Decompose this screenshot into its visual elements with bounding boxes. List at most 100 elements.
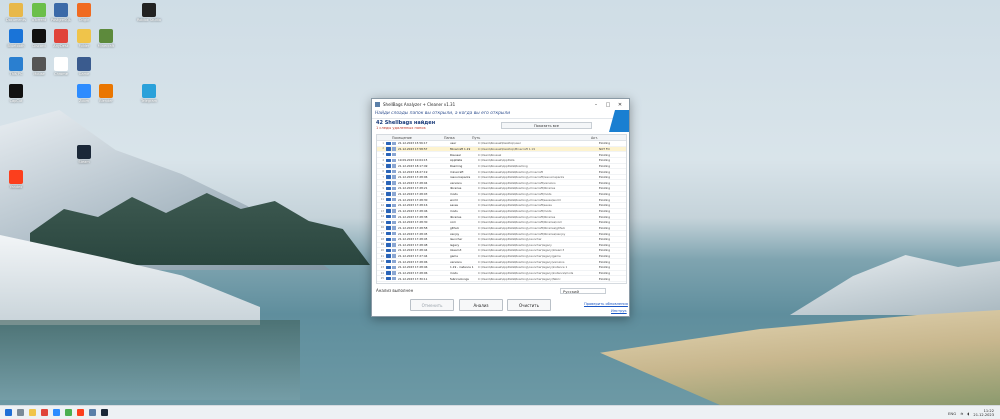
- row-checkbox[interactable]: [386, 214, 391, 219]
- app-icon: [54, 29, 68, 43]
- row-status: Existing: [599, 192, 611, 197]
- row-checkbox[interactable]: [386, 254, 391, 258]
- check-updates-link[interactable]: Проверить обновления: [584, 302, 628, 306]
- desktop-icon[interactable]: Telegram: [136, 84, 162, 103]
- row-number: 16: [380, 226, 384, 230]
- desktop-icon[interactable]: Blender: [93, 84, 119, 103]
- desktop-icon[interactable]: Minecraft: [93, 29, 119, 48]
- row-number: 7: [382, 175, 384, 179]
- app-icon: [32, 57, 46, 71]
- row-checkbox[interactable]: [386, 158, 391, 162]
- app-icon-red[interactable]: [41, 409, 48, 416]
- row-checkbox[interactable]: [386, 277, 391, 281]
- row-folder: Minecraft 1.19: [450, 146, 471, 151]
- row-number: 13: [380, 209, 384, 213]
- desktop-icon[interactable]: Roblox Studio: [136, 3, 162, 22]
- show-all-button[interactable]: Показать все: [501, 122, 592, 129]
- row-checkbox[interactable]: [386, 141, 391, 146]
- folder-icon: [392, 265, 396, 270]
- row-folder: mods: [450, 192, 458, 197]
- wifi-icon[interactable]: ≋: [960, 411, 963, 416]
- window-titlebar[interactable]: ShellBags Analyzer + Cleaner v1.31 – □ ✕: [372, 99, 629, 110]
- desktop-icon[interactable]: CapCut: [3, 84, 29, 103]
- row-checkbox[interactable]: [386, 265, 391, 270]
- close-icon[interactable]: ✕: [614, 102, 626, 108]
- col-path[interactable]: Путь: [470, 135, 588, 140]
- desktop-icon[interactable]: Yandex: [3, 170, 29, 189]
- app-icon: [77, 3, 91, 17]
- row-checkbox[interactable]: [386, 220, 391, 224]
- desktop-icon[interactable]: Game: [71, 57, 97, 76]
- row-status: NOT FO: [599, 146, 610, 151]
- row-checkbox[interactable]: [386, 186, 391, 191]
- chrome-icon[interactable]: [65, 409, 72, 416]
- row-checkbox[interactable]: [386, 181, 391, 185]
- row-folder: fabricoolongs: [450, 276, 469, 281]
- col-folder[interactable]: Папка: [442, 135, 470, 140]
- steam-icon[interactable]: [101, 409, 108, 416]
- row-checkbox[interactable]: [386, 226, 391, 230]
- folder-icon: [392, 231, 396, 236]
- row-checkbox[interactable]: [386, 271, 391, 275]
- row-path: C:\Users\Roussel\AppData: [478, 158, 515, 163]
- row-date: 21.12.2023 17:28:30: [398, 220, 428, 225]
- language-indicator[interactable]: ENG: [948, 411, 956, 416]
- row-checkbox[interactable]: [386, 243, 391, 247]
- row-path: C:\Users\Roussel\AppData\Roaming: [478, 163, 528, 168]
- row-checkbox[interactable]: [386, 248, 391, 253]
- yandex-icon[interactable]: [77, 409, 84, 416]
- app-icon: [9, 84, 23, 98]
- desktop-icon[interactable]: Origin: [71, 3, 97, 22]
- row-folder: versions: [450, 259, 462, 264]
- row-path: C:\Users\Roussel\Desktop\user: [478, 141, 521, 146]
- row-checkbox[interactable]: [386, 147, 391, 151]
- shellbags-taskbar-icon[interactable]: [89, 409, 96, 416]
- row-path: C:\Users\Roussel\AppData\Roaming\.launch…: [478, 265, 568, 270]
- edge-icon[interactable]: [53, 409, 60, 416]
- row-checkbox[interactable]: [386, 209, 391, 213]
- volume-icon[interactable]: ◖: [967, 411, 969, 416]
- folder-icon: [392, 169, 396, 174]
- row-checkbox[interactable]: [386, 192, 391, 196]
- col-visit[interactable]: Посещение: [377, 135, 442, 140]
- row-status: Existing: [599, 158, 611, 163]
- folder-icon: [392, 198, 396, 202]
- row-checkbox[interactable]: [386, 152, 391, 157]
- minimize-icon[interactable]: –: [590, 102, 602, 108]
- file-explorer-icon[interactable]: [29, 409, 36, 416]
- row-checkbox[interactable]: [386, 164, 391, 168]
- clean-button[interactable]: Очистить: [507, 299, 551, 311]
- row-path: C:\Users\Roussel\AppData\Roaming\.launch…: [478, 276, 561, 281]
- maximize-icon[interactable]: □: [602, 102, 614, 108]
- shellbags-window[interactable]: ShellBags Analyzer + Cleaner v1.31 – □ ✕…: [371, 98, 630, 317]
- windows-start-icon[interactable]: [5, 409, 12, 416]
- row-folder: legacy: [450, 242, 460, 247]
- row-checkbox[interactable]: [386, 198, 391, 202]
- row-checkbox[interactable]: [386, 282, 391, 283]
- row-folder: github: [450, 225, 459, 230]
- clock[interactable]: 11:22 21.12.2023: [973, 409, 994, 418]
- col-status[interactable]: Акт.: [588, 135, 618, 140]
- row-checkbox[interactable]: [386, 231, 391, 236]
- row-date: 21.12.2023 17:28:48: [398, 242, 428, 247]
- app-icon: [77, 57, 91, 71]
- row-path: C:\Users\Roussel\AppData\Roaming\.minecr…: [478, 220, 563, 225]
- app-icon: [9, 29, 23, 43]
- table-row[interactable]: 26 21.12.2023 17:28:50librariesC:\Users\R…: [377, 282, 626, 283]
- desktop-icon[interactable]: Steam: [71, 145, 97, 164]
- cancel-button[interactable]: Отменить: [410, 299, 454, 311]
- desktop-icon-label: PostgreSQL: [51, 18, 71, 22]
- wallpaper-mountain-right: [790, 255, 1000, 315]
- help-link[interactable]: Инструк: [611, 309, 627, 313]
- row-checkbox[interactable]: [386, 203, 391, 208]
- row-checkbox[interactable]: [386, 175, 391, 179]
- row-checkbox[interactable]: [386, 237, 391, 241]
- row-checkbox[interactable]: [386, 169, 391, 174]
- language-select[interactable]: Русский: [560, 288, 606, 294]
- wallpaper-reflection: [0, 320, 300, 400]
- row-number: 10: [380, 192, 384, 196]
- row-checkbox[interactable]: [386, 260, 391, 264]
- shellbags-table[interactable]: Посещение Папка Путь Акт. 1 21.12.2023 15…: [376, 134, 627, 284]
- search-icon[interactable]: [17, 409, 24, 416]
- analyze-button[interactable]: Анализ: [459, 299, 503, 311]
